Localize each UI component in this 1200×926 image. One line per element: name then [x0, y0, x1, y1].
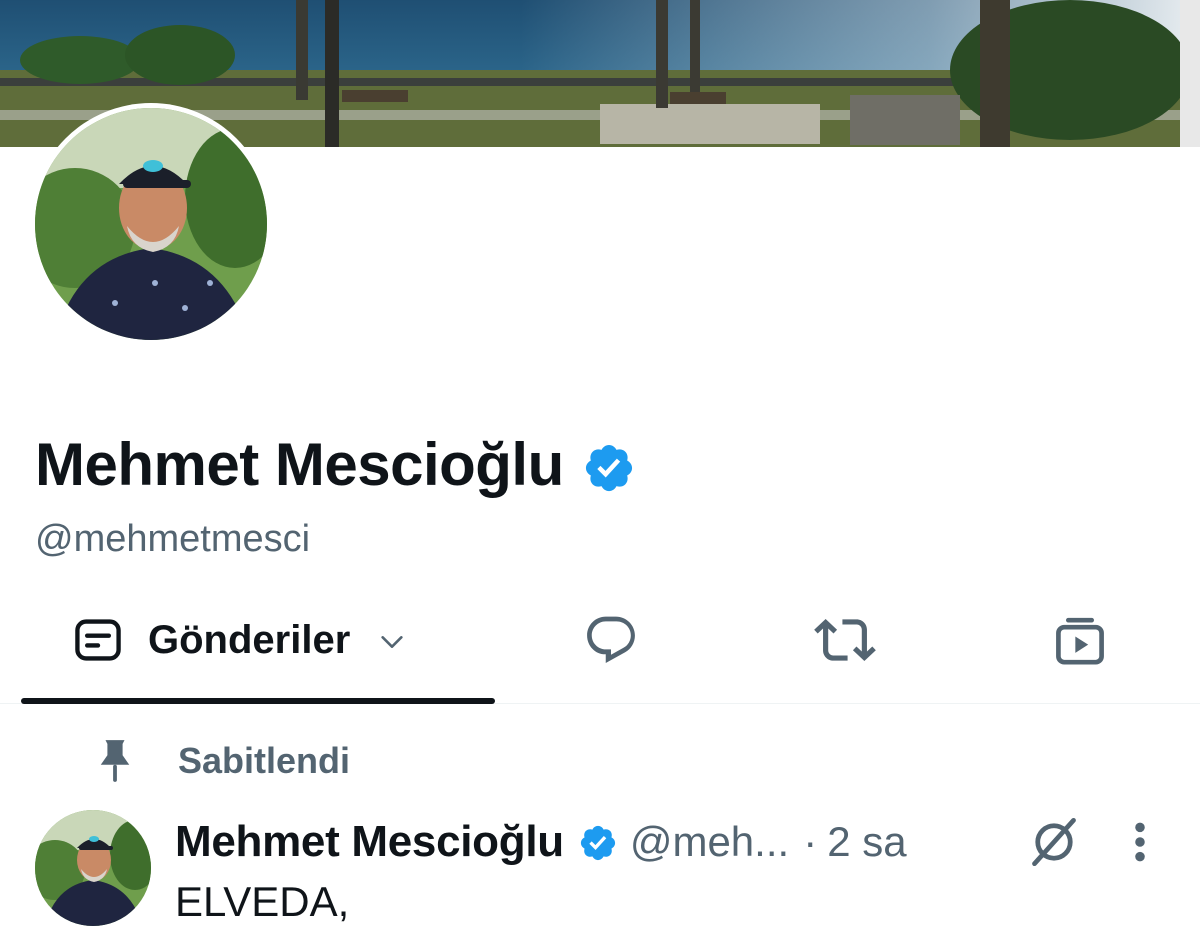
- chevron-down-icon[interactable]: [378, 628, 406, 656]
- tab-active-indicator: [21, 698, 495, 704]
- avatar-photo: [35, 108, 267, 340]
- pinned-indicator: Sabitlendi: [96, 738, 350, 784]
- posts-icon: [75, 619, 121, 661]
- profile-name-row: Mehmet Mescioğlu: [35, 430, 636, 499]
- tweet-author-avatar[interactable]: [35, 810, 151, 926]
- profile-handle: @mehmetmesci: [35, 518, 311, 560]
- profile-tabs: Gönderiler: [0, 590, 1200, 704]
- tab-posts[interactable]: Gönderiler: [72, 590, 406, 690]
- profile-avatar[interactable]: [30, 103, 272, 345]
- repost-icon: [814, 619, 876, 661]
- tweet-avatar-photo: [35, 810, 151, 926]
- profile-display-name: Mehmet Mescioğlu: [35, 431, 564, 498]
- tab-reposts[interactable]: [814, 590, 876, 690]
- pinned-label: Sabitlendi: [178, 740, 351, 781]
- tab-media[interactable]: [1052, 590, 1108, 690]
- tweet-author-name[interactable]: Mehmet Mescioğlu: [175, 817, 564, 867]
- reply-bubble-icon: [587, 616, 635, 663]
- media-icon: [1056, 617, 1104, 665]
- pin-icon: [100, 740, 130, 782]
- tweet-timestamp[interactable]: 2 sa: [827, 818, 906, 866]
- tweet-separator: ·: [803, 818, 818, 865]
- more-options-icon[interactable]: [1128, 820, 1152, 864]
- tab-replies[interactable]: [583, 590, 639, 690]
- tab-posts-label: Gönderiler: [148, 617, 351, 662]
- verified-badge-icon[interactable]: [582, 441, 636, 495]
- tweet-text: ELVEDA,: [175, 878, 350, 925]
- grok-icon[interactable]: [1028, 816, 1080, 868]
- verified-badge-icon[interactable]: [578, 823, 618, 863]
- tweet-author-handle[interactable]: @meh...: [630, 818, 789, 866]
- tweet-header: Mehmet Mescioğlu @meh... · 2 sa: [175, 810, 907, 874]
